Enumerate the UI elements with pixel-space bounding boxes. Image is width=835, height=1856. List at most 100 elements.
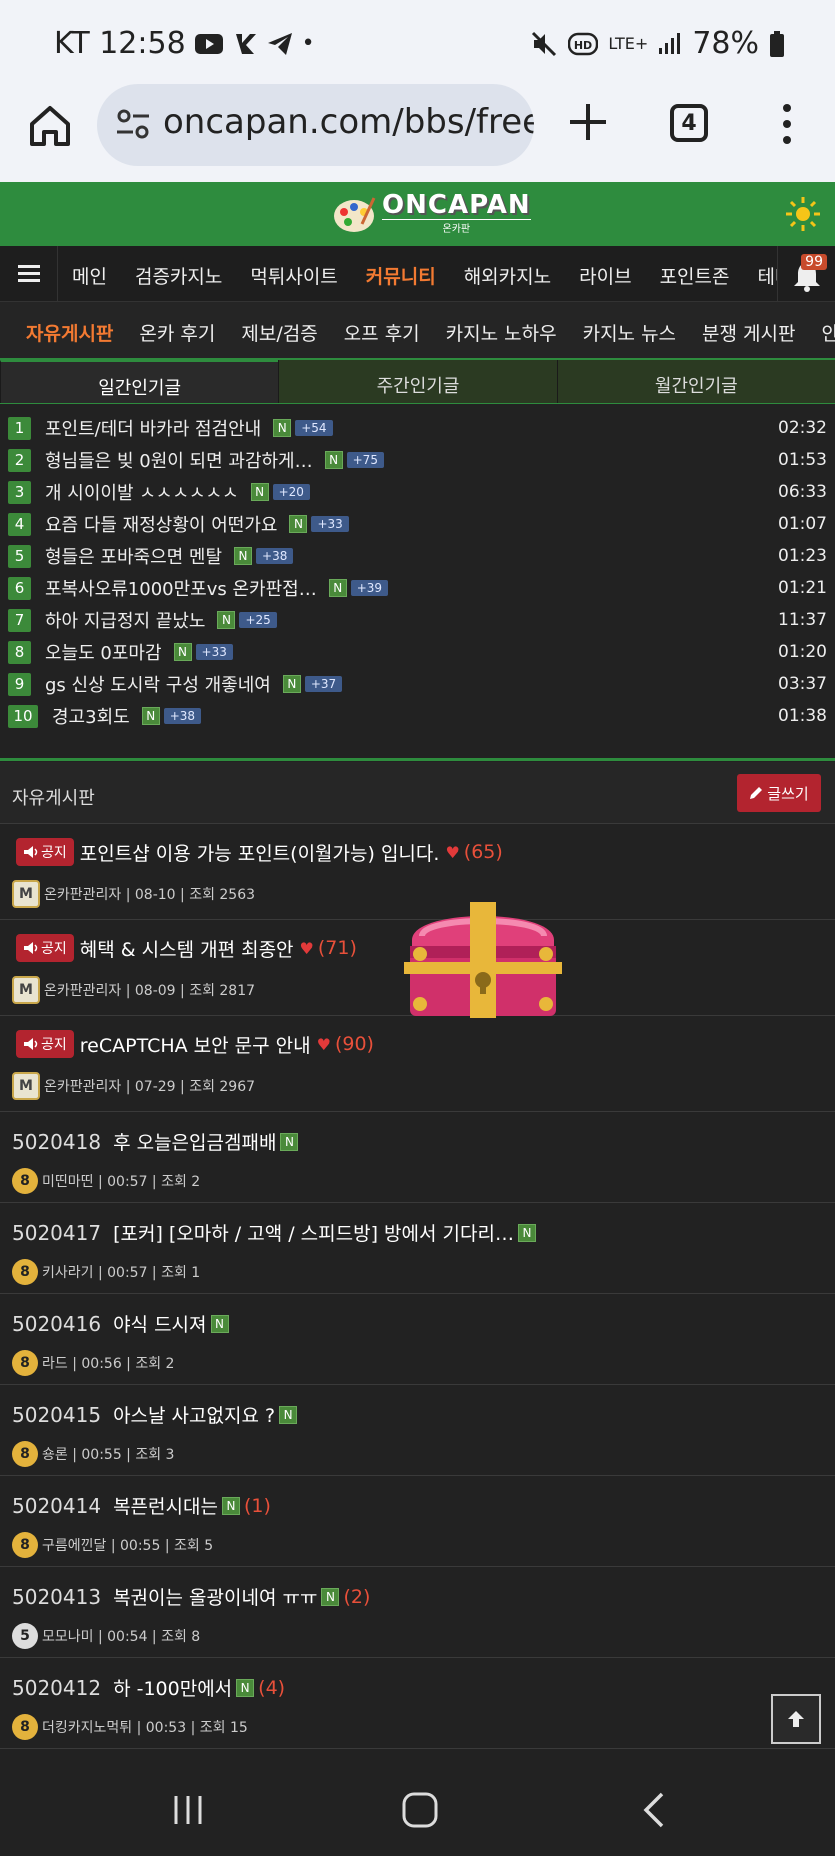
popular-post-row[interactable]: 2 형님들은 빚 0원이 되면 과감하게… N +75 01:53 <box>0 444 835 476</box>
main-nav-item[interactable]: 메인 <box>58 246 121 302</box>
popular-post-row[interactable]: 6 포복사오류1000만포vs 온카판접… N +39 01:21 <box>0 572 835 604</box>
tab-switcher-button[interactable]: 4 <box>670 104 708 142</box>
popular-post-title[interactable]: gs 신상 도시락 구성 개좋네여 <box>45 671 271 697</box>
sub-nav-item[interactable]: 제보/검증 <box>228 302 330 358</box>
notification-button[interactable]: 99 <box>777 246 835 302</box>
mute-icon <box>532 31 557 56</box>
post-row[interactable]: 5020414 복픈런시대는 N (1) 8 구름에낀달 | 00:55 | 조회 5 <box>0 1476 835 1567</box>
popular-post-title[interactable]: 요즘 다들 재정상황이 어떤가요 <box>45 511 277 537</box>
sub-nav-item[interactable]: 카지노 노하우 <box>433 302 570 358</box>
recent-apps-icon[interactable] <box>168 1790 208 1830</box>
telegram-icon <box>267 32 292 55</box>
post-meta: 더킹카지노먹튀 | 00:53 | 조회 15 <box>42 1720 248 1736</box>
section-divider <box>0 758 835 761</box>
main-nav-item[interactable]: 먹튀사이트 <box>236 246 351 302</box>
user-level-icon: 8 <box>12 1532 38 1558</box>
main-nav-item[interactable]: 커뮤니티 <box>352 246 450 302</box>
popular-tab[interactable]: 월간인기글 <box>556 360 835 403</box>
popular-post-title[interactable]: 포인트/테더 바카라 점검안내 <box>45 415 261 441</box>
post-title[interactable]: 후 오늘은입금겜패배 <box>113 1128 276 1155</box>
comment-count-badge: +37 <box>304 676 343 692</box>
popular-post-title[interactable]: 포복사오류1000만포vs 온카판접… <box>45 575 317 601</box>
scroll-to-top-button[interactable] <box>771 1694 821 1744</box>
treasure-chest-icon[interactable] <box>402 900 564 1020</box>
popular-post-title[interactable]: 오늘도 0포마감 <box>45 639 162 665</box>
post-title[interactable]: [포커] [오마하 / 고액 / 스피드방] 방에서 기다리… <box>113 1219 514 1246</box>
post-time: 01:21 <box>778 578 827 598</box>
home-icon[interactable] <box>28 104 72 148</box>
new-badge: N <box>250 483 269 501</box>
write-post-button[interactable]: 글쓰기 <box>737 774 821 812</box>
comment-count-badge: +33 <box>311 516 349 532</box>
post-row[interactable]: 5020413 복권이는 올광이네여 ㅠㅠ N (2) 5 모모나미 | 00:54 | … <box>0 1567 835 1658</box>
sub-nav-item[interactable]: 분쟁 게시판 <box>689 302 808 358</box>
new-tab-icon[interactable] <box>566 100 610 144</box>
sub-nav-item[interactable]: 온카 후기 <box>126 302 228 358</box>
popular-post-row[interactable]: 9 gs 신상 도시락 구성 개좋네여 N +37 03:37 <box>0 668 835 700</box>
rank-badge: 5 <box>8 544 31 568</box>
popular-post-row[interactable]: 4 요즘 다들 재정상황이 어떤가요 N +33 01:07 <box>0 508 835 540</box>
site-settings-icon[interactable] <box>115 106 151 142</box>
dot-icon: • <box>301 31 315 56</box>
back-icon[interactable] <box>636 1790 676 1830</box>
heart-icon: ♥ <box>445 842 460 862</box>
post-meta-line: M 온카판관리자 | 08-09 | 조회 2817 <box>12 976 255 1004</box>
post-title[interactable]: 복픈런시대는 <box>113 1492 218 1519</box>
like-count: (71) <box>317 937 357 959</box>
address-bar[interactable]: oncapan.com/bbs/free <box>97 84 534 166</box>
post-title[interactable]: 아스날 사고없지요 ? <box>113 1401 275 1428</box>
popular-post-row[interactable]: 3 개 시이이발 ㅅㅅㅅㅅㅅㅅ N +20 06:33 <box>0 476 835 508</box>
post-meta: 온카판관리자 | 08-09 | 조회 2817 <box>44 983 256 999</box>
popular-post-row[interactable]: 8 오늘도 0포마감 N +33 01:20 <box>0 636 835 668</box>
main-nav-item[interactable]: 라이브 <box>565 246 645 302</box>
popular-post-title[interactable]: 형님들은 빚 0원이 되면 과감하게… <box>45 447 313 473</box>
home-nav-icon[interactable] <box>400 1790 440 1830</box>
popular-tab[interactable]: 주간인기글 <box>278 360 557 403</box>
hamburger-menu-button[interactable] <box>0 246 58 302</box>
popular-post-title[interactable]: 형들은 포바죽으면 멘탈 <box>45 543 222 569</box>
popular-post-title[interactable]: 하아 지급정지 끝났노 <box>45 607 205 633</box>
post-title[interactable]: 복권이는 올광이네여 ㅠㅠ <box>113 1583 317 1610</box>
comment-count-badge: +39 <box>350 580 389 596</box>
main-nav-item[interactable]: 검증카지노 <box>121 246 236 302</box>
new-badge: N <box>221 1496 240 1515</box>
new-badge: N <box>280 1132 299 1151</box>
post-meta-line: 8 키사라기 | 00:57 | 조회 1 <box>12 1259 200 1285</box>
app-notification-icon <box>235 33 256 54</box>
sub-nav-item[interactable]: 카지노 뉴스 <box>570 302 689 358</box>
post-title-line: 공지 reCAPTCHA 보안 문구 안내 ♥ (90) <box>16 1030 374 1058</box>
main-nav-item[interactable]: 해외카지노 <box>450 246 565 302</box>
post-title[interactable]: 포인트샵 이용 가능 포인트(이월가능) 입니다. <box>80 839 440 866</box>
post-row[interactable]: 5020415 아스날 사고없지요 ? N 8 숑론 | 00:55 | 조회 3 <box>0 1385 835 1476</box>
theme-toggle-icon[interactable] <box>785 196 821 232</box>
post-title[interactable]: 하 -100만에서 <box>113 1674 232 1701</box>
post-row[interactable]: 5020412 하 -100만에서 N (4) 8 더킹카지노먹튀 | 00:53 | 조… <box>0 1658 835 1749</box>
popular-post-title[interactable]: 개 시이이발 ㅅㅅㅅㅅㅅㅅ <box>45 479 239 505</box>
popular-post-row[interactable]: 7 하아 지급정지 끝났노 N +25 11:37 <box>0 604 835 636</box>
more-menu-icon[interactable] <box>776 102 798 146</box>
post-row[interactable]: 5020416 야식 드시져 N 8 라드 | 00:56 | 조회 2 <box>0 1294 835 1385</box>
popular-post-title[interactable]: 경고3회도 <box>52 703 130 729</box>
popular-tab[interactable]: 일간인기글 <box>0 360 279 403</box>
post-row[interactable]: 5020417 [포커] [오마하 / 고액 / 스피드방] 방에서 기다리… N 8… <box>0 1203 835 1294</box>
popular-post-row[interactable]: 1 포인트/테더 바카라 점검안내 N +54 02:32 <box>0 412 835 444</box>
post-row[interactable]: 5020418 후 오늘은입금겜패배 N 8 미띤마띤 | 00:57 | 조회 2 <box>0 1112 835 1203</box>
user-level-icon: 8 <box>12 1441 38 1467</box>
post-meta-line: 8 숑론 | 00:55 | 조회 3 <box>12 1441 174 1467</box>
svg-text:HD: HD <box>574 39 592 52</box>
sub-nav-item[interactable]: 오프 후기 <box>331 302 433 358</box>
main-nav-item[interactable]: 테마 <box>743 246 777 302</box>
main-nav-item[interactable]: 포인트존 <box>646 246 744 302</box>
post-meta-line: M 온카판관리자 | 08-10 | 조회 2563 <box>12 880 255 908</box>
post-title[interactable]: 야식 드시져 <box>113 1310 206 1337</box>
popular-post-row[interactable]: 10 경고3회도 N +38 01:38 <box>0 700 835 732</box>
post-title[interactable]: 혜택 & 시스템 개편 최종안 <box>80 935 294 962</box>
sub-nav-item[interactable]: 자유게시판 <box>0 302 126 358</box>
sub-nav-item[interactable]: 안전 <box>809 302 835 358</box>
popular-post-row[interactable]: 5 형들은 포바죽으면 멘탈 N +38 01:23 <box>0 540 835 572</box>
notice-post[interactable]: 공지 reCAPTCHA 보안 문구 안내 ♥ (90) M 온카판관리자 | 07-29… <box>0 1016 835 1112</box>
megaphone-icon <box>24 1038 38 1050</box>
post-title[interactable]: reCAPTCHA 보안 문구 안내 <box>80 1031 311 1058</box>
site-logo[interactable]: ONCAPAN 온카판 <box>332 192 531 235</box>
rank-badge: 8 <box>8 640 31 664</box>
